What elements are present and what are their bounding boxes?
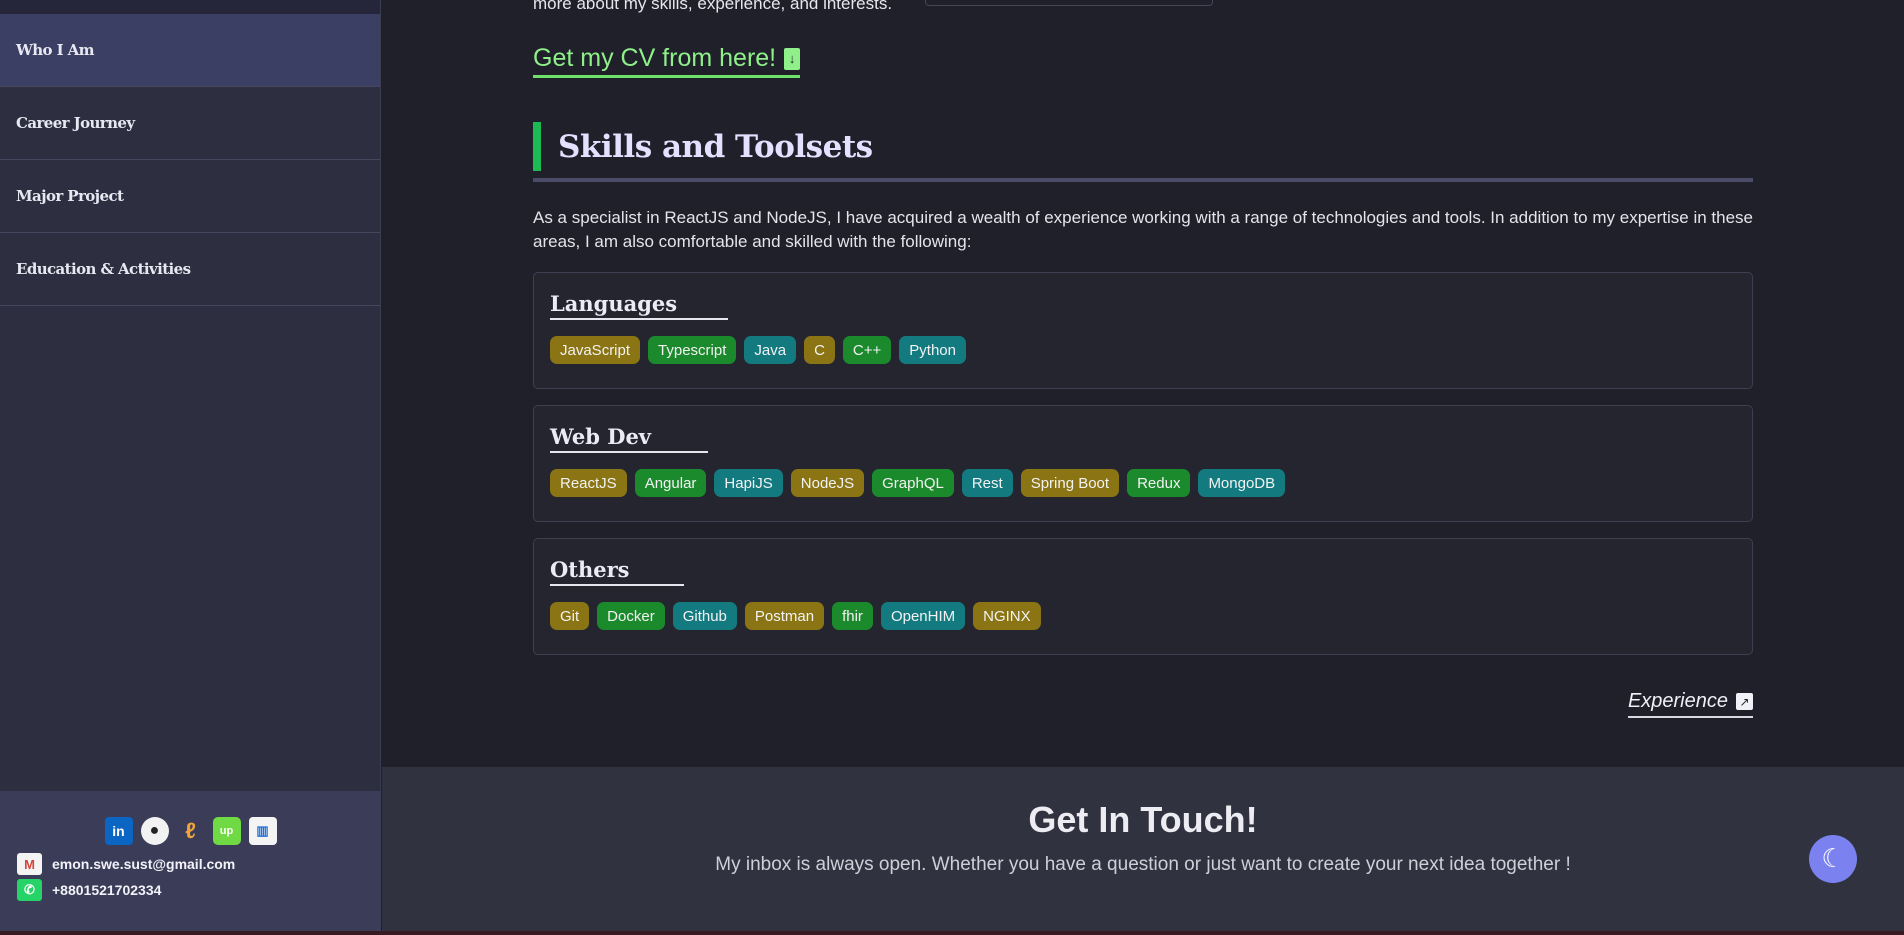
upwork-icon[interactable]: up	[212, 817, 241, 845]
skill-tag: fhir	[832, 602, 873, 630]
card-title: Others	[550, 557, 684, 586]
tag-list: Git Docker Github Postman fhir OpenHIM N…	[550, 602, 1736, 630]
sidebar-item-career-journey[interactable]: Career Journey	[0, 87, 380, 160]
email-line[interactable]: M emon.swe.sust@gmail.com	[0, 851, 381, 877]
skill-tag: Redux	[1127, 469, 1191, 497]
skill-card-web-dev: Web Dev ReactJS Angular HapiJS NodeJS Gr…	[533, 405, 1753, 522]
social-links: in ● ℓ up ▥	[0, 817, 381, 845]
phone-icon: ✆	[17, 879, 42, 901]
skill-tag: Postman	[744, 602, 825, 630]
github-icon[interactable]: ●	[140, 817, 169, 845]
sidebar-item-label: Education & Activities	[16, 260, 191, 278]
skill-card-languages: Languages JavaScript Typescript Java C C…	[533, 272, 1753, 389]
sidebar-item-major-project[interactable]: Major Project	[0, 160, 380, 233]
skill-tag: Typescript	[648, 336, 737, 364]
cv-link-label: Get my CV from here!	[533, 44, 777, 72]
skill-tag: Angular	[634, 469, 707, 497]
skill-tag: Git	[550, 602, 590, 630]
bottom-edge-bar	[0, 931, 1904, 935]
tag-list: ReactJS Angular HapiJS NodeJS GraphQL Re…	[550, 469, 1736, 497]
sidebar-contact-footer: in ● ℓ up ▥ M emon.swe.sust@gmail.com ✆ …	[0, 791, 381, 931]
external-link-icon: ↗	[1736, 693, 1753, 710]
sidebar-top-strip	[0, 0, 380, 14]
skill-tag: Rest	[961, 469, 1013, 497]
section-divider	[533, 178, 1753, 182]
phone-line[interactable]: ✆ +8801521702334	[0, 877, 381, 903]
contact-section: Get In Touch! My inbox is always open. W…	[382, 767, 1904, 931]
skill-tag: Docker	[597, 602, 665, 630]
skill-tag: GraphQL	[872, 469, 954, 497]
skill-tag: NodeJS	[790, 469, 865, 497]
skill-tag: Python	[899, 336, 966, 364]
contact-title: Get In Touch!	[1028, 799, 1258, 840]
mail-icon: M	[17, 853, 42, 875]
skill-tag: Github	[672, 602, 737, 630]
skill-card-others: Others Git Docker Github Postman fhir Op…	[533, 538, 1753, 655]
chart-icon[interactable]: ▥	[248, 817, 277, 845]
experience-link[interactable]: Experience ↗	[1627, 690, 1753, 718]
main-content: more about my skills, experience, and in…	[382, 0, 1904, 767]
contact-subtitle: My inbox is always open. Whether you hav…	[715, 854, 1571, 875]
experience-link-label: Experience	[1627, 690, 1728, 712]
skill-tag: MongoDB	[1198, 469, 1286, 497]
moon-icon[interactable]: ☾	[1809, 835, 1857, 883]
section-title: Skills and Toolsets	[533, 122, 1753, 171]
sidebar-item-label: Who I Am	[16, 41, 95, 59]
skill-tag: C++	[842, 336, 892, 364]
sidebar-item-label: Major Project	[16, 187, 124, 205]
skill-tag: Spring Boot	[1020, 469, 1120, 497]
file-download-icon: ↓	[784, 47, 801, 70]
skill-tag: OpenHIM	[880, 602, 966, 630]
card-title: Web Dev	[550, 424, 708, 453]
skill-tag: HapiJS	[714, 469, 783, 497]
cv-download-link[interactable]: Get my CV from here! ↓	[533, 44, 801, 78]
card-title: Languages	[550, 291, 728, 320]
phone-text: +8801521702334	[52, 882, 162, 898]
sidebar: Who I Am Career Journey Major Project Ed…	[0, 0, 381, 931]
skill-tag: C	[804, 336, 835, 364]
leetcode-icon[interactable]: ℓ	[177, 817, 205, 845]
skill-tag: JavaScript	[550, 336, 641, 364]
skill-tag: ReactJS	[550, 469, 627, 497]
intro-fragment: more about my skills, experience, and in…	[533, 0, 893, 13]
box-edge	[925, 0, 1213, 6]
sidebar-item-who-i-am[interactable]: Who I Am	[0, 14, 380, 87]
linkedin-icon[interactable]: in	[104, 817, 133, 845]
skill-tag: Java	[744, 336, 797, 364]
skills-intro: As a specialist in ReactJS and NodeJS, I…	[533, 208, 1753, 251]
tag-list: JavaScript Typescript Java C C++ Python	[550, 336, 1736, 364]
email-text: emon.swe.sust@gmail.com	[52, 856, 236, 872]
sidebar-item-label: Career Journey	[16, 114, 135, 132]
skill-tag: NGINX	[973, 602, 1041, 630]
sidebar-item-education-activities[interactable]: Education & Activities	[0, 233, 380, 306]
